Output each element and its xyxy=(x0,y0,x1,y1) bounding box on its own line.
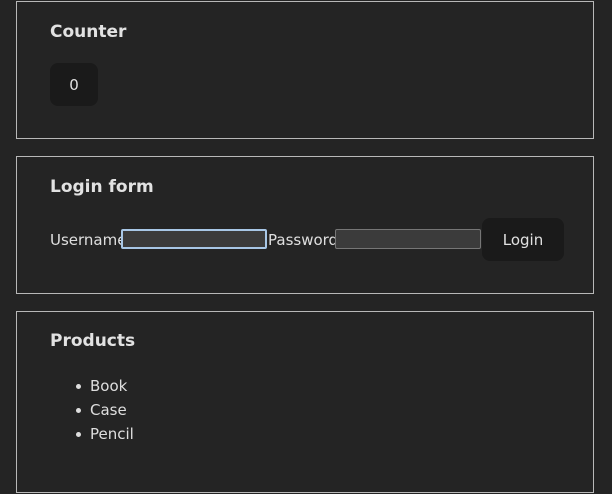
counter-title: Counter xyxy=(50,22,127,42)
bullet-icon xyxy=(76,432,81,437)
list-item: Book xyxy=(76,374,134,398)
counter-card: Counter 0 xyxy=(16,1,594,139)
list-item: Case xyxy=(76,398,134,422)
product-label: Case xyxy=(90,401,127,419)
username-label: Username xyxy=(50,231,127,249)
product-label: Pencil xyxy=(90,425,134,443)
list-item: Pencil xyxy=(76,422,134,446)
product-list: Book Case Pencil xyxy=(50,374,134,446)
username-input[interactable] xyxy=(121,229,267,249)
password-label: Password xyxy=(268,231,339,249)
counter-button[interactable]: 0 xyxy=(50,63,98,106)
login-form-title: Login form xyxy=(50,177,154,197)
bullet-icon xyxy=(76,408,81,413)
password-input[interactable] xyxy=(335,229,481,249)
login-form: Username Password Login xyxy=(50,218,570,261)
login-form-card: Login form Username Password Login xyxy=(16,156,594,294)
bullet-icon xyxy=(76,384,81,389)
products-title: Products xyxy=(50,331,136,351)
product-label: Book xyxy=(90,377,128,395)
products-card: Products Book Case Pencil xyxy=(16,311,594,493)
login-button[interactable]: Login xyxy=(482,218,564,261)
